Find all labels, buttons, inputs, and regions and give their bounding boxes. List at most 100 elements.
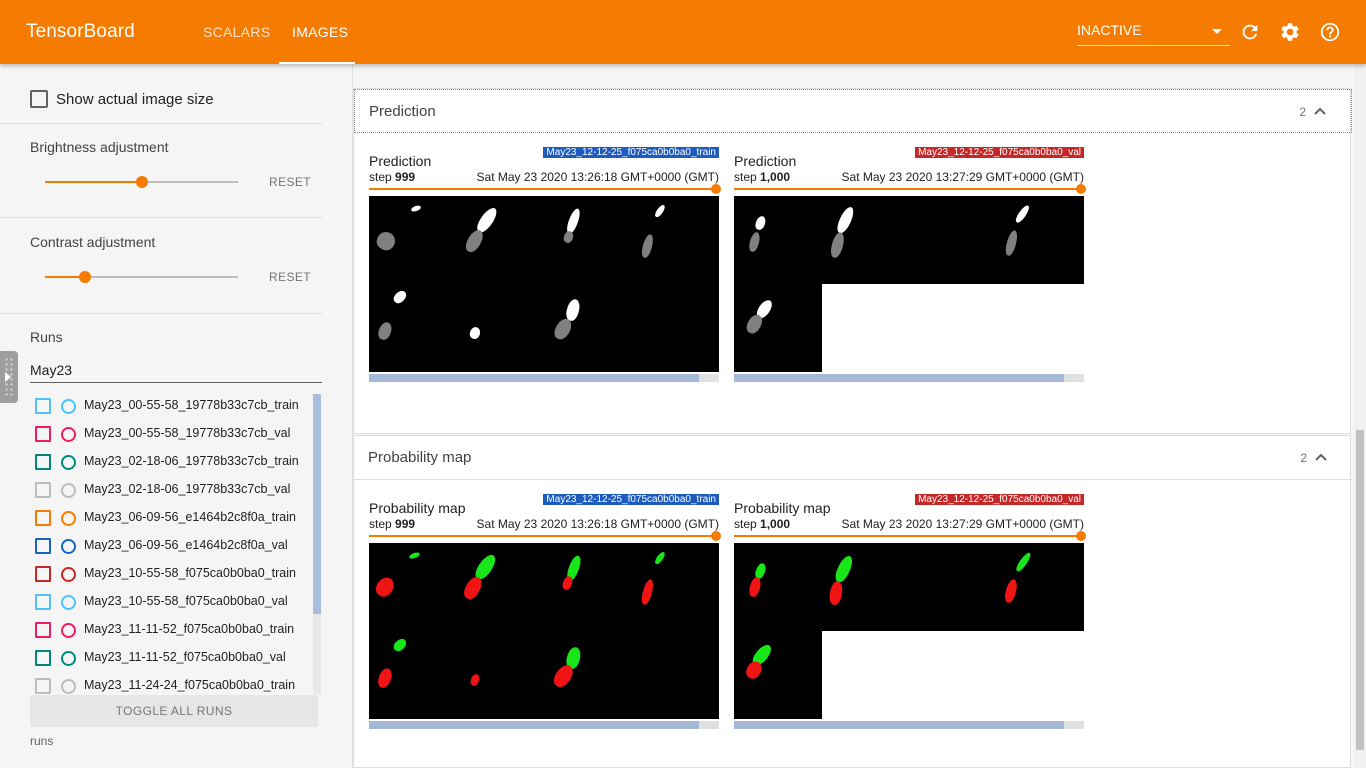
image-step: step 1,000 xyxy=(734,517,791,531)
image-scrollbar-thumb[interactable] xyxy=(734,721,1064,729)
run-color-circle[interactable] xyxy=(61,539,76,554)
image-scrollbar[interactable] xyxy=(369,721,719,729)
run-item[interactable]: May23_02-18-06_19778b33c7cb_val xyxy=(30,478,312,506)
blob xyxy=(375,666,395,690)
run-checkbox[interactable] xyxy=(35,538,51,554)
chevron-up-icon[interactable] xyxy=(1314,450,1328,464)
toggle-all-runs-button[interactable]: TOGGLE ALL RUNS xyxy=(30,695,318,727)
run-checkbox[interactable] xyxy=(35,566,51,582)
blob xyxy=(747,576,763,598)
show-actual-size-checkbox[interactable] xyxy=(30,90,48,108)
run-color-circle[interactable] xyxy=(61,483,76,498)
step-slider-knob[interactable] xyxy=(711,184,721,194)
contrast-slider-knob[interactable] xyxy=(79,271,91,283)
run-item[interactable]: May23_02-18-06_19778b33c7cb_train xyxy=(30,450,312,478)
image-date: Sat May 23 2020 13:27:29 GMT+0000 (GMT) xyxy=(841,170,1084,184)
chevron-down-icon xyxy=(1212,29,1222,34)
run-checkbox[interactable] xyxy=(35,594,51,610)
runs-footer-label: runs xyxy=(30,734,54,748)
main-scrollbar[interactable] xyxy=(1354,64,1366,768)
blob xyxy=(828,231,847,259)
run-select-value: INACTIVE xyxy=(1077,22,1142,38)
step-slider[interactable] xyxy=(734,535,1084,537)
brightness-slider-fill xyxy=(45,181,142,183)
run-select[interactable]: INACTIVE xyxy=(1077,22,1230,46)
image-title: Prediction xyxy=(734,153,797,169)
run-color-circle[interactable] xyxy=(61,623,76,638)
card-header-probability-map[interactable]: Probability map 2 xyxy=(354,436,1352,480)
run-item[interactable]: May23_10-55-58_f075ca0b0ba0_train xyxy=(30,562,312,590)
step-slider[interactable] xyxy=(369,188,719,190)
run-item[interactable]: May23_06-09-56_e1464b2c8f0a_val xyxy=(30,534,312,562)
run-color-circle[interactable] xyxy=(61,595,76,610)
run-checkbox[interactable] xyxy=(35,678,51,694)
sidebar-toggle-handle[interactable] xyxy=(0,351,18,403)
run-item[interactable]: May23_11-11-52_f075ca0b0ba0_val xyxy=(30,646,312,674)
image-scrollbar-thumb[interactable] xyxy=(369,374,699,382)
run-item[interactable]: May23_11-24-24_f075ca0b0ba0_train xyxy=(30,674,312,694)
card-count: 2 xyxy=(1299,105,1306,119)
run-color-circle[interactable] xyxy=(61,679,76,694)
chevron-up-icon[interactable] xyxy=(1313,104,1327,118)
main-scrollbar-thumb[interactable] xyxy=(1356,430,1364,750)
image-scrollbar-thumb[interactable] xyxy=(369,721,699,729)
run-item[interactable]: May23_10-55-58_f075ca0b0ba0_val xyxy=(30,590,312,618)
run-item[interactable]: May23_00-55-58_19778b33c7cb_val xyxy=(30,422,312,450)
step-slider[interactable] xyxy=(369,535,719,537)
image-title: Prediction xyxy=(369,153,432,169)
run-checkbox[interactable] xyxy=(35,482,51,498)
runs-filter-input[interactable]: May23 xyxy=(30,362,72,378)
brightness-slider-knob[interactable] xyxy=(136,176,148,188)
run-color-circle[interactable] xyxy=(61,399,76,414)
step-slider-knob[interactable] xyxy=(1076,184,1086,194)
settings-icon[interactable] xyxy=(1279,21,1301,43)
image-probability-train[interactable] xyxy=(369,543,719,719)
run-name: May23_10-55-58_f075ca0b0ba0_val xyxy=(84,594,288,608)
image-prediction-train[interactable] xyxy=(369,196,719,372)
blob xyxy=(1013,203,1032,225)
run-color-circle[interactable] xyxy=(61,455,76,470)
run-name: May23_00-55-58_19778b33c7cb_train xyxy=(84,398,299,412)
runs-scrollbar-thumb[interactable] xyxy=(313,394,321,614)
run-color-circle[interactable] xyxy=(61,651,76,666)
run-name: May23_00-55-58_19778b33c7cb_val xyxy=(84,426,291,440)
refresh-icon[interactable] xyxy=(1239,21,1261,43)
blob xyxy=(653,203,667,219)
blob xyxy=(468,325,482,341)
tab-images[interactable]: IMAGES xyxy=(279,0,355,64)
run-checkbox[interactable] xyxy=(35,454,51,470)
image-prediction-val[interactable] xyxy=(734,196,1084,372)
help-icon[interactable] xyxy=(1319,21,1341,43)
run-color-circle[interactable] xyxy=(61,427,76,442)
runs-filter-underline xyxy=(30,382,322,383)
run-color-circle[interactable] xyxy=(61,567,76,582)
brightness-reset-button[interactable]: RESET xyxy=(269,175,311,189)
image-probability-val[interactable] xyxy=(734,543,1084,719)
run-color-circle[interactable] xyxy=(61,511,76,526)
blob xyxy=(639,578,656,606)
image-scrollbar[interactable] xyxy=(369,374,719,382)
image-scrollbar[interactable] xyxy=(734,721,1084,729)
contrast-reset-button[interactable]: RESET xyxy=(269,270,311,284)
top-bar: TensorBoard SCALARS IMAGES INACTIVE xyxy=(0,0,1366,64)
step-slider[interactable] xyxy=(734,188,1084,190)
run-checkbox[interactable] xyxy=(35,650,51,666)
blob xyxy=(828,580,844,606)
image-scrollbar[interactable] xyxy=(734,374,1084,382)
run-checkbox[interactable] xyxy=(35,398,51,414)
blob xyxy=(372,574,398,600)
run-checkbox[interactable] xyxy=(35,622,51,638)
run-item[interactable]: May23_06-09-56_e1464b2c8f0a_train xyxy=(30,506,312,534)
run-item[interactable]: May23_11-11-52_f075ca0b0ba0_train xyxy=(30,618,312,646)
image-scrollbar-thumb[interactable] xyxy=(734,374,1064,382)
card-header-prediction[interactable]: Prediction 2 xyxy=(354,89,1352,133)
runs-scrollbar[interactable] xyxy=(313,394,321,694)
image-step: step 999 xyxy=(369,517,416,531)
run-item[interactable]: May23_00-55-58_19778b33c7cb_train xyxy=(30,394,312,422)
run-name: May23_10-55-58_f075ca0b0ba0_train xyxy=(84,566,296,580)
step-slider-knob[interactable] xyxy=(1076,531,1086,541)
tab-scalars[interactable]: SCALARS xyxy=(190,0,283,64)
run-checkbox[interactable] xyxy=(35,510,51,526)
run-checkbox[interactable] xyxy=(35,426,51,442)
step-slider-knob[interactable] xyxy=(711,531,721,541)
